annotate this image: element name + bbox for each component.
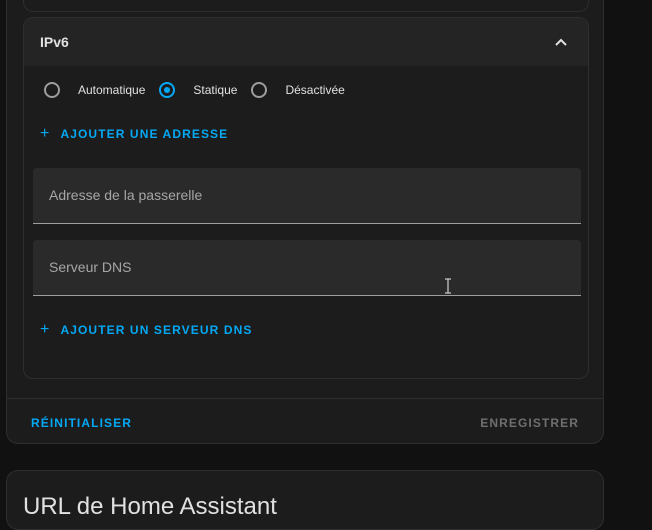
save-button[interactable]: ENREGISTRER — [480, 416, 579, 430]
add-address-label: AJOUTER UNE ADRESSE — [60, 127, 229, 141]
radio-desactivee-button[interactable] — [251, 82, 268, 98]
dns-server-field-label: Serveur DNS — [49, 259, 132, 275]
plus-icon: + — [40, 125, 51, 142]
chevron-up-icon[interactable] — [554, 35, 568, 49]
radio-statique-label[interactable]: Statique — [193, 83, 237, 97]
home-assistant-url-card: URL de Home Assistant — [6, 470, 604, 530]
ipv6-title: IPv6 — [40, 34, 69, 50]
gateway-field[interactable]: Adresse de la passerelle — [33, 168, 581, 224]
gateway-field-label: Adresse de la passerelle — [49, 187, 203, 203]
ipv6-mode-radio-group: Automatique Statique Désactivée — [44, 78, 359, 102]
radio-automatique[interactable]: Automatique — [44, 82, 145, 98]
add-dns-server-button[interactable]: + AJOUTER UN SERVEUR DNS — [40, 322, 252, 338]
add-address-button[interactable]: + AJOUTER UNE ADRESSE — [40, 126, 228, 142]
text-cursor-icon — [445, 278, 451, 294]
ipv4-section-collapsed-edge — [23, 0, 589, 12]
home-assistant-url-title: URL de Home Assistant — [23, 493, 277, 520]
radio-statique[interactable]: Statique — [159, 82, 237, 98]
radio-automatique-button[interactable] — [44, 82, 60, 98]
card-actions: RÉINITIALISER ENREGISTRER — [7, 398, 603, 445]
radio-statique-button[interactable] — [159, 82, 176, 98]
plus-icon: + — [40, 321, 51, 338]
ipv6-expansion-header[interactable]: IPv6 — [24, 18, 588, 66]
dns-server-field[interactable]: Serveur DNS — [33, 240, 581, 296]
radio-desactivee[interactable]: Désactivée — [251, 82, 345, 98]
reset-button[interactable]: RÉINITIALISER — [31, 416, 132, 430]
network-card: IPv6 Automatique Statique Désactivée + A… — [6, 0, 604, 444]
radio-desactivee-label[interactable]: Désactivée — [285, 83, 344, 97]
radio-automatique-label[interactable]: Automatique — [78, 83, 145, 97]
ipv6-section: IPv6 Automatique Statique Désactivée + A… — [23, 17, 589, 379]
add-dns-server-label: AJOUTER UN SERVEUR DNS — [60, 323, 253, 337]
